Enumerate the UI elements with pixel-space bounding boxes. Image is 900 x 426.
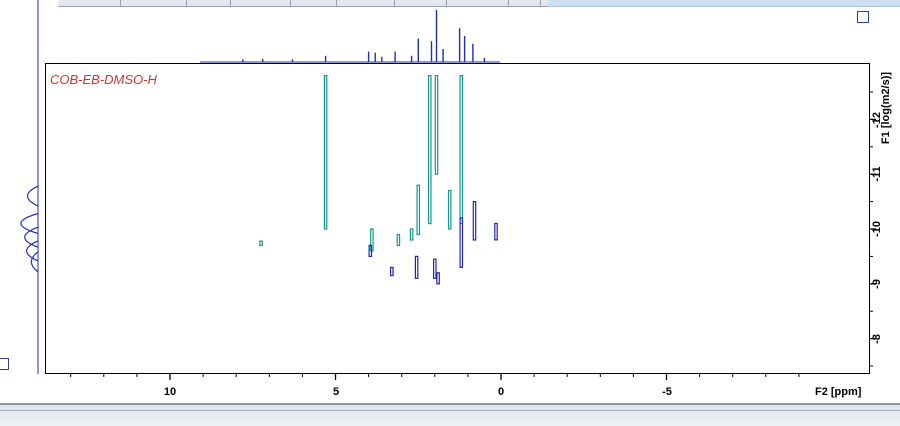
y-tick-label: -8 (871, 334, 883, 344)
contour-peak-blue (414, 255, 419, 279)
f1-projection-peak (20, 212, 39, 235)
contour-peak-blue (459, 217, 464, 268)
contour-peak-teal (323, 74, 328, 230)
contour-peak-teal (259, 240, 263, 247)
f2-projection (200, 10, 500, 63)
y-tick-label: -10 (871, 221, 883, 237)
f2-axis-label: F2 [ppm] (815, 386, 862, 398)
y-tick-label: -11 (871, 166, 883, 182)
x-tick-label: 0 (497, 386, 505, 398)
contour-peak-teal (428, 74, 432, 225)
y-tick-label: -9 (871, 279, 883, 289)
f1-projection-peak (30, 251, 39, 273)
f1-projection (20, 0, 39, 374)
x-tick-label: 5 (332, 386, 340, 398)
contour-peak-teal (409, 228, 414, 241)
x-tick-label: -5 (662, 386, 672, 398)
contour-peaks (259, 74, 498, 285)
contour-peak-teal (459, 74, 464, 225)
contour-peak-blue (390, 266, 394, 277)
contour-peak-blue (433, 258, 437, 279)
x-axis-ticks (70, 373, 800, 380)
contour-peak-teal (416, 184, 421, 236)
contour-peak-teal (396, 233, 401, 247)
dosy-chart (20, 0, 876, 380)
contour-peak-blue (472, 201, 477, 241)
contour-peak-teal (434, 74, 439, 175)
contour-peak-teal (447, 190, 452, 230)
spectrum-title: COB-EB-DMSO-H (50, 72, 157, 87)
status-bar (0, 403, 900, 426)
contour-peak-blue (436, 272, 440, 285)
f1-projection-peak (26, 185, 39, 207)
x-tick-label: 10 (163, 386, 177, 398)
f1-axis-label: F1 [log(m2/s)] (880, 71, 892, 145)
status-bar-divider (0, 410, 900, 411)
contour-peak-blue (494, 222, 498, 241)
